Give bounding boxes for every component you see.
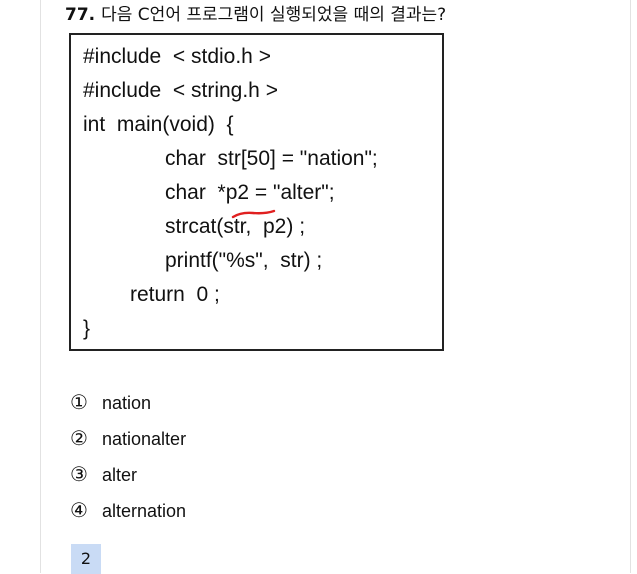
code-line-5: char *p2 = "alter"; <box>165 181 335 204</box>
code-line-9: } <box>83 317 91 340</box>
code-box: #include < stdio.h > #include < string.h… <box>69 33 444 351</box>
option-1-mark: ① <box>70 390 88 414</box>
option-4-text: alternation <box>102 501 187 521</box>
question-text: 다음 C언어 프로그램이 실행되었을 때의 결과는? <box>101 5 447 25</box>
red-underline-annotation <box>231 209 276 219</box>
code-line-4: char str[50] = "nation"; <box>165 147 378 170</box>
left-margin-line <box>40 0 41 573</box>
answer-badge: 2 <box>71 544 101 574</box>
code-line-1: #include < stdio.h > <box>83 45 271 68</box>
option-2-text: nationalter <box>102 429 187 449</box>
option-4[interactable]: ④ alternation <box>70 498 186 524</box>
question-title: 77. 다음 C언어 프로그램이 실행되었을 때의 결과는? <box>65 4 446 26</box>
option-2[interactable]: ② nationalter <box>70 426 186 452</box>
right-margin-line <box>630 0 631 573</box>
code-line-3: int main(void) { <box>83 113 234 136</box>
option-3[interactable]: ③ alter <box>70 462 137 488</box>
code-line-2: #include < string.h > <box>83 79 278 102</box>
option-3-mark: ③ <box>70 462 88 486</box>
option-3-text: alter <box>102 465 138 485</box>
code-line-7: printf("%s", str) ; <box>165 249 323 272</box>
code-line-8: return 0 ; <box>130 283 220 306</box>
question-number: 77. <box>65 5 96 25</box>
option-4-mark: ④ <box>70 498 88 522</box>
option-1[interactable]: ① nation <box>70 390 151 416</box>
option-1-text: nation <box>102 393 152 413</box>
option-2-mark: ② <box>70 426 88 450</box>
